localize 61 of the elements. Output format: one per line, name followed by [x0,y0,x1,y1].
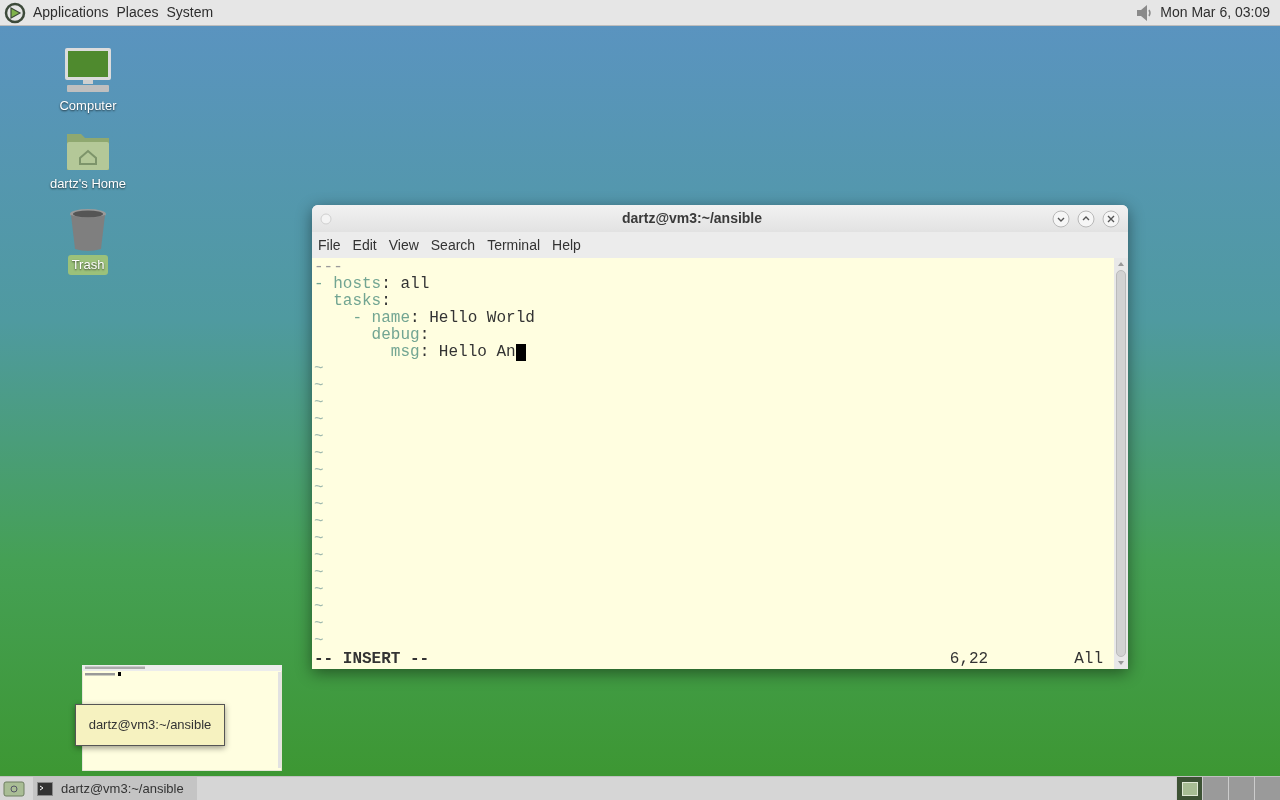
terminal-icon [37,781,53,796]
menu-item[interactable]: Terminal [482,234,546,256]
menu-item[interactable]: Search [425,234,481,256]
tilde-marker: ~ [314,377,324,395]
tilde-marker: ~ [314,428,324,446]
tilde-marker: ~ [314,547,324,565]
panel-menu[interactable]: Places [115,2,160,23]
yaml-key: - [314,276,334,293]
yaml-key: msg [390,344,420,361]
menu-item[interactable]: Edit [347,234,382,256]
workspace-switcher-cell[interactable] [1176,776,1202,800]
computer-icon [63,46,113,94]
tilde-marker: ~ [314,479,324,497]
clock[interactable]: Mon Mar 6, 03:09 [1160,2,1276,23]
yaml-key: - name [352,310,410,327]
code-text: : Hello World [410,310,535,327]
menu-logo-icon[interactable] [4,1,26,24]
workspace-switcher-cell[interactable] [1228,776,1254,800]
menu-item[interactable]: Help [547,234,586,256]
tilde-marker: ~ [314,530,324,548]
scroll-up-icon[interactable] [1116,260,1126,268]
cursor-position: 6,22 [949,651,989,668]
show-desktop-icon[interactable] [3,779,25,798]
window-tooltip: dartz@vm3:~/ansible [75,704,225,746]
tilde-marker: ~ [314,411,324,429]
workspace-switcher-cell[interactable] [1202,776,1228,800]
trash-icon [68,207,108,253]
panel-menu[interactable]: System [165,2,215,23]
window-title: dartz@vm3:~/ansible [620,209,764,228]
tilde-marker: ~ [314,632,324,650]
workspace-switcher-cell[interactable] [1254,776,1280,800]
menu-item[interactable]: File [313,234,346,256]
mode-indicator: -- INSERT -- [314,651,430,668]
scroll-indicator: All [1074,651,1103,668]
tilde-marker: ~ [314,513,324,531]
tilde-marker: ~ [314,615,324,633]
menu-item[interactable]: View [383,234,424,256]
panel-menu[interactable]: Applications [32,2,110,23]
code-text: : [419,327,430,344]
tilde-marker: ~ [314,360,324,378]
tilde-marker: ~ [314,462,324,480]
minimize-icon[interactable] [1052,209,1070,228]
yaml-key: hosts [333,276,382,293]
tilde-marker: ~ [314,496,324,514]
code-text: : all [381,276,430,293]
scroll-down-icon[interactable] [1116,659,1126,667]
yaml-key: tasks [333,293,382,310]
tilde-marker: ~ [314,394,324,412]
tilde-marker: ~ [314,598,324,616]
close-icon[interactable] [1102,209,1120,228]
tilde-marker: ~ [314,564,324,582]
tilde-marker: ~ [314,581,324,599]
yaml-marker: --- [314,259,343,276]
code-text: : [381,293,391,310]
window-dot-icon [320,212,332,225]
tilde-marker: ~ [314,445,324,463]
code-text: : Hello An [419,344,516,361]
maximize-icon[interactable] [1077,209,1095,228]
yaml-key: debug [371,327,420,344]
scrollbar[interactable] [1114,258,1128,669]
taskbar-button[interactable]: dartz@vm3:~/ansible [33,776,197,800]
